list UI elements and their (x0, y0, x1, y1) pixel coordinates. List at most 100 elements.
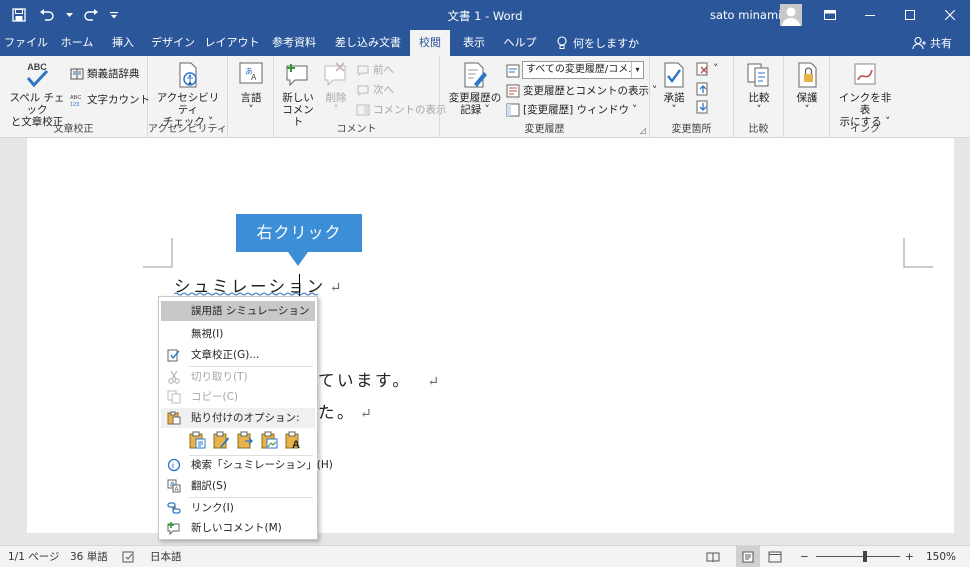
document-area[interactable] (0, 138, 970, 545)
paragraph-mark: ↵ (329, 280, 344, 296)
title-bar: 文書 1 - Word sato minami (0, 0, 970, 30)
document-line-3[interactable]: た。 ↵ (318, 399, 374, 423)
menu-item-ignore[interactable]: 無視(I) (161, 324, 315, 344)
accept-button[interactable]: 承諾 ˅ (654, 60, 694, 116)
spelling-grammar-button[interactable]: ABC スペル チェック と文章校正 (6, 60, 68, 128)
tab-layout[interactable]: レイアウト (204, 30, 260, 56)
zoom-in-button[interactable]: + (905, 546, 914, 567)
protect-icon (798, 62, 817, 88)
paste-text-only-button[interactable]: A (283, 430, 303, 450)
thesaurus-button[interactable]: 類義語辞典 (70, 66, 140, 81)
ink-pen-icon (854, 63, 876, 85)
protect-button[interactable]: 保護 ˅ (787, 60, 827, 116)
paste-image-button[interactable] (259, 430, 279, 450)
minimize-button[interactable] (850, 0, 890, 30)
menu-item-search[interactable]: i 検索「シュミレーション」(H) (161, 455, 333, 475)
svg-text:A: A (292, 439, 300, 449)
language-status[interactable]: 日本語 (150, 546, 182, 567)
new-comment-button[interactable]: 新しい コメント (278, 60, 318, 128)
zoom-slider-thumb[interactable] (862, 551, 867, 562)
markup-display-dropdown[interactable]: すべての変更履歴/コメ... ▾ (522, 61, 644, 79)
group-ink: インクを非表 示にする ˅ インク (830, 56, 900, 138)
spelling-suggestion[interactable]: 誤用語 シミュレーション (161, 301, 315, 321)
next-comment-icon (357, 85, 369, 96)
previous-comment-button[interactable]: 前へ (356, 62, 394, 77)
reject-icon (696, 62, 708, 76)
delete-comment-icon (324, 62, 346, 87)
show-markup-button[interactable]: 変更履歴とコメントの表示 ˅ (506, 83, 657, 98)
undo-button[interactable] (36, 5, 58, 25)
tracking-options-launcher[interactable]: ◿ (640, 126, 646, 135)
tab-file[interactable]: ファイル (4, 30, 48, 56)
accessibility-check-button[interactable]: アクセシビリティ チェック ˅ (152, 60, 224, 128)
menu-item-proofread[interactable]: 文章校正(G)... (161, 345, 315, 365)
maximize-button[interactable] (890, 0, 930, 30)
tab-references[interactable]: 参考資料 (266, 30, 322, 56)
menu-item-search-label: 検索「シュミレーション」(H) (191, 459, 333, 471)
paste-picture-icon (237, 431, 253, 449)
group-compare: 比較 ˅ 比較 (734, 56, 784, 138)
close-button[interactable] (930, 0, 970, 30)
previous-change-button[interactable] (696, 82, 710, 96)
compare-button[interactable]: 比較 ˅ (739, 60, 779, 116)
previous-change-icon (696, 82, 708, 96)
proofing-status-button[interactable] (122, 546, 136, 567)
zoom-slider[interactable] (816, 556, 900, 557)
menu-item-copy[interactable]: コピー(C) (161, 387, 315, 407)
share-button[interactable]: 共有 (912, 30, 952, 56)
protect-label: 保護 (796, 92, 818, 104)
menu-item-translate[interactable]: あA 翻訳(S) (161, 476, 315, 496)
svg-text:123: 123 (70, 102, 79, 107)
word-count[interactable]: 36 単語 (70, 546, 108, 567)
paste-merge-formatting-button[interactable] (211, 430, 231, 450)
tab-design[interactable]: デザイン (148, 30, 198, 56)
zoom-out-button[interactable]: − (800, 546, 809, 567)
group-label-changes: 変更箇所 (671, 124, 712, 135)
avatar[interactable] (780, 4, 802, 26)
read-mode-button[interactable] (706, 546, 720, 567)
compare-label: 比較 (748, 92, 770, 104)
redo-button[interactable] (80, 5, 102, 25)
next-comment-button[interactable]: 次へ (356, 82, 394, 97)
menu-item-link[interactable]: リンク(I) (161, 498, 315, 518)
reject-button[interactable]: ˅ (696, 62, 718, 76)
zoom-level[interactable]: 150% (926, 546, 956, 567)
link-icon (167, 502, 181, 514)
user-name[interactable]: sato minami (710, 8, 781, 22)
tab-mailings[interactable]: 差し込み文書 (330, 30, 406, 56)
group-proofing: ABC スペル チェック と文章校正 類義語辞典 ABC 123 文字カウント 文… (0, 56, 150, 138)
document-line-2[interactable]: ています。 ↵ (318, 367, 442, 391)
crop-mark-top-left (143, 238, 173, 268)
group-language: あA 言語 ˅ (228, 56, 274, 138)
menu-item-new-comment[interactable]: 新しいコメント(M) (161, 518, 315, 538)
tab-home[interactable]: ホーム (56, 30, 98, 56)
tab-insert[interactable]: 挿入 (106, 30, 140, 56)
spelling-label-1: スペル チェック (9, 92, 65, 116)
lightbulb-icon (557, 36, 567, 49)
undo-dropdown-button[interactable] (64, 5, 74, 25)
next-change-button[interactable] (696, 100, 710, 114)
paste-keep-source-formatting-button[interactable] (187, 430, 207, 450)
delete-comment-button[interactable]: 削除 ˅ (320, 60, 352, 116)
ribbon-display-options-button[interactable] (810, 0, 850, 30)
web-layout-icon (768, 551, 782, 563)
menu-item-cut[interactable]: 切り取り(T) (161, 367, 315, 387)
track-changes-button[interactable]: 変更履歴の 記録 ˅ (446, 60, 504, 116)
word-count-button[interactable]: ABC 123 文字カウント (70, 92, 150, 107)
tab-help[interactable]: ヘルプ (500, 30, 540, 56)
tell-me-box[interactable]: 何をしますか (556, 30, 639, 56)
print-layout-button[interactable] (736, 546, 760, 567)
web-layout-button[interactable] (768, 546, 782, 567)
show-comments-button[interactable]: コメントの表示 (356, 102, 447, 117)
customize-qat-button[interactable] (108, 5, 120, 25)
tell-me-text: 何をしますか (573, 37, 639, 50)
reviewing-pane-button[interactable]: [変更履歴] ウィンドウ ˅ (506, 102, 637, 117)
save-button[interactable] (8, 5, 30, 25)
tab-review[interactable]: 校閲 (410, 30, 450, 56)
tab-view[interactable]: 表示 (456, 30, 492, 56)
page-count[interactable]: 1/1 ページ (8, 546, 60, 567)
paste-picture-button[interactable] (235, 430, 255, 450)
group-accessibility: アクセシビリティ チェック ˅ アクセシビリティ (148, 56, 228, 138)
hide-ink-button[interactable]: インクを非表 示にする ˅ (834, 60, 896, 128)
language-button[interactable]: あA 言語 ˅ (232, 60, 270, 116)
